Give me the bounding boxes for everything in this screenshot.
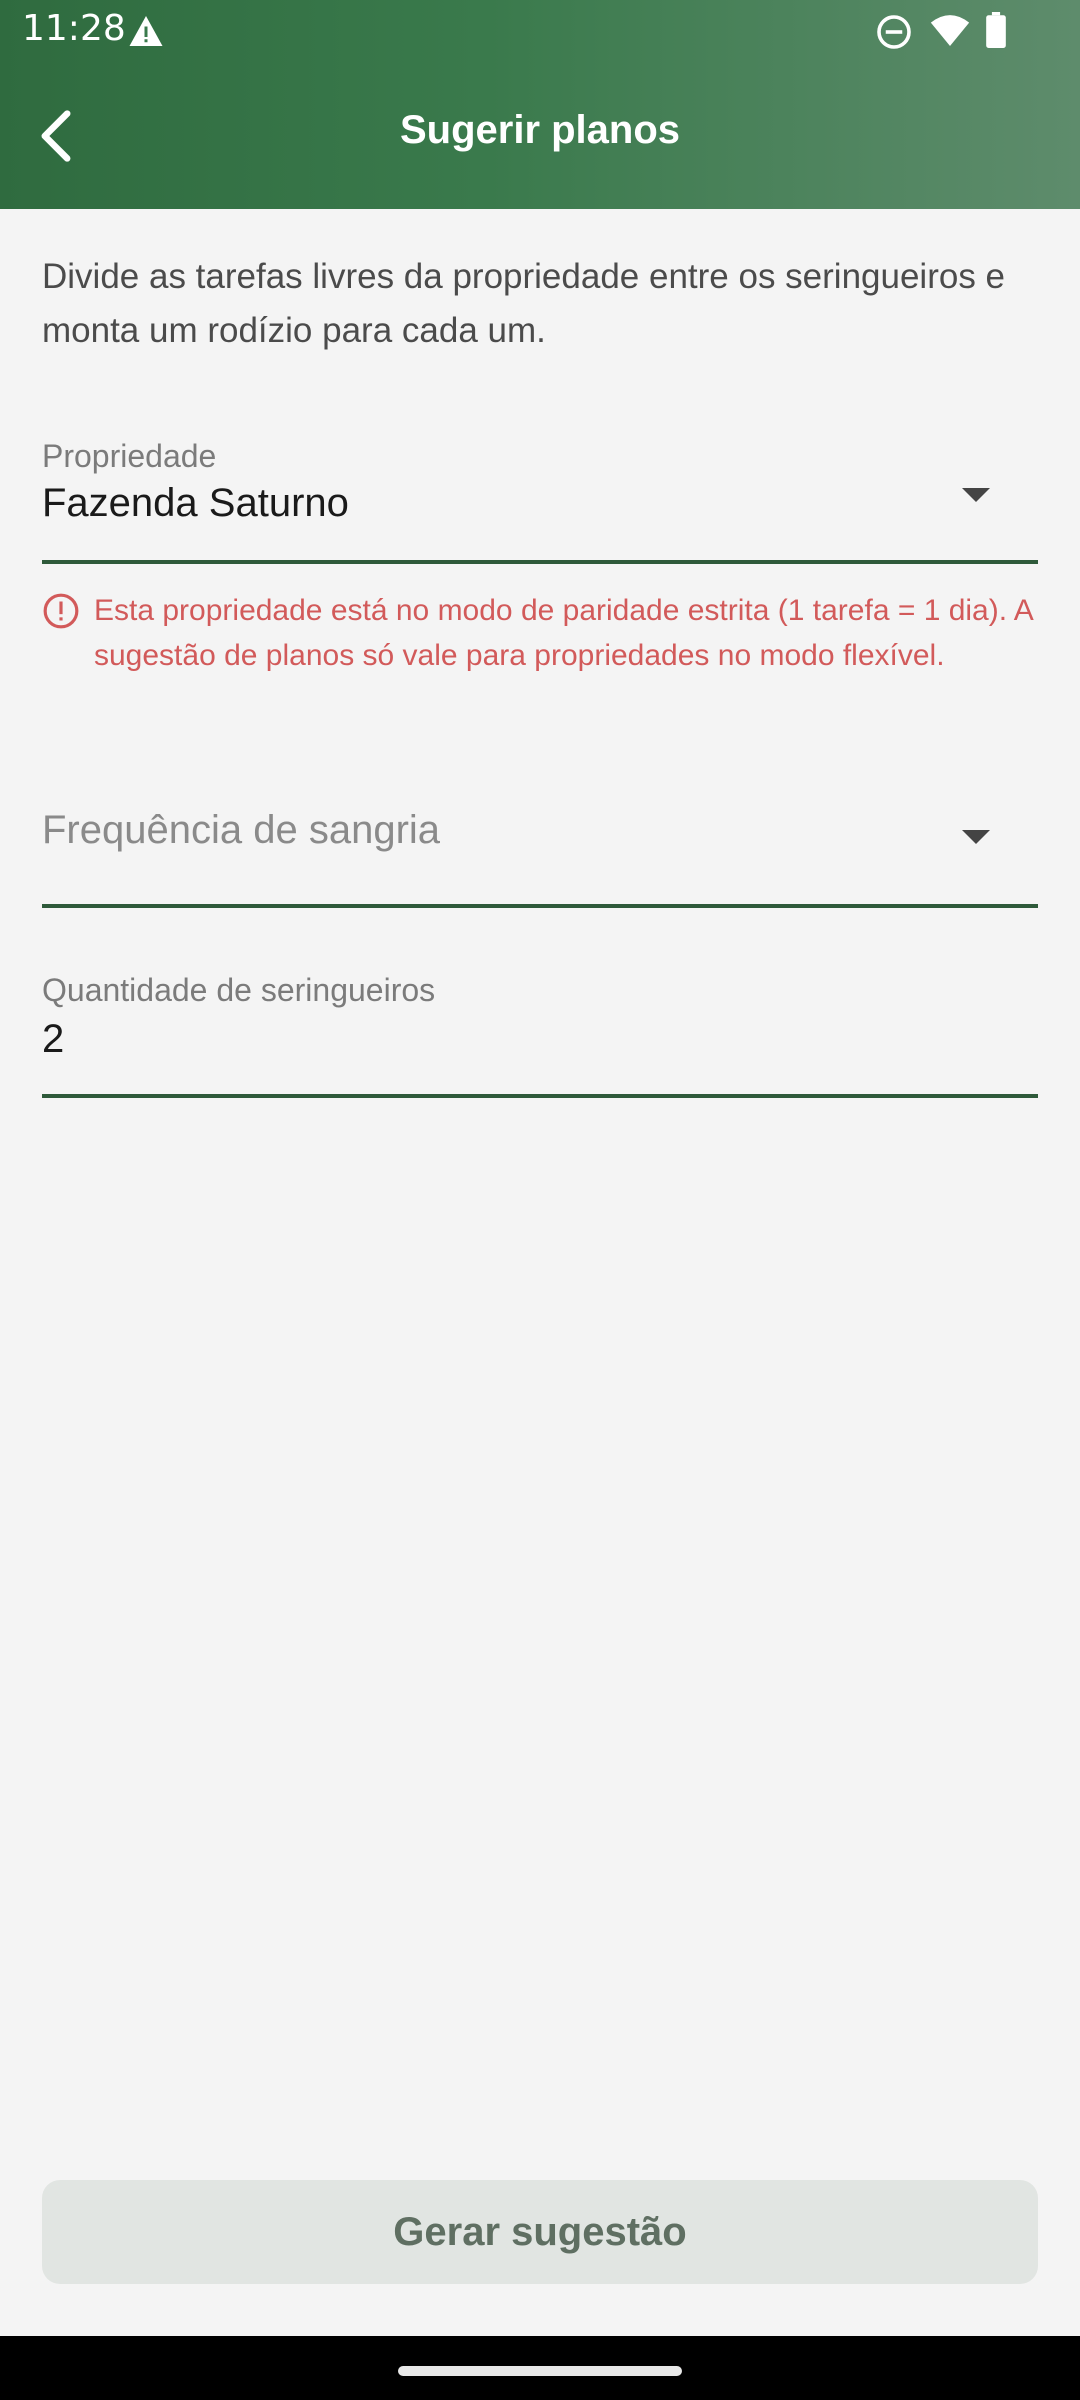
page-description: Divide as tarefas livres da propriedade … [42,257,1006,350]
status-bar: 11:28 [0,0,1080,64]
property-value: Fazenda Saturno [42,481,349,525]
tappers-quantity-input[interactable]: Quantidade de seringueiros 2 [42,972,1038,1100]
app-header: 11:28 Sugerir planos [0,0,1080,209]
home-gesture-handle[interactable] [398,2366,682,2376]
property-error-text: Esta propriedade está no modo de paridad… [94,594,1033,672]
wifi-icon [930,15,970,46]
page-title: Sugerir planos [399,108,681,152]
status-time: 11:28 [22,8,126,49]
error-icon [43,593,79,629]
tappers-label: Quantidade de seringueiros [42,972,436,1008]
tappers-value[interactable]: 2 [42,1017,1038,1062]
generate-suggestion-button[interactable]: Gerar sugestão [42,2180,1038,2284]
property-underline [42,560,1038,564]
frequency-placeholder: Frequência de sangria [42,808,441,852]
chevron-down-icon [962,830,990,844]
frequency-underline [42,904,1038,908]
system-nav-bar [0,2336,1080,2400]
property-label: Propriedade [42,438,217,474]
tappers-underline [42,1094,1038,1098]
chevron-down-icon [962,488,990,502]
do-not-disturb-icon [877,15,911,49]
battery-icon [986,12,1006,48]
frequency-select[interactable]: Frequência de sangria [42,808,1038,912]
warning-icon [129,16,163,46]
property-select[interactable]: Propriedade Fazenda Saturno [42,438,1038,568]
